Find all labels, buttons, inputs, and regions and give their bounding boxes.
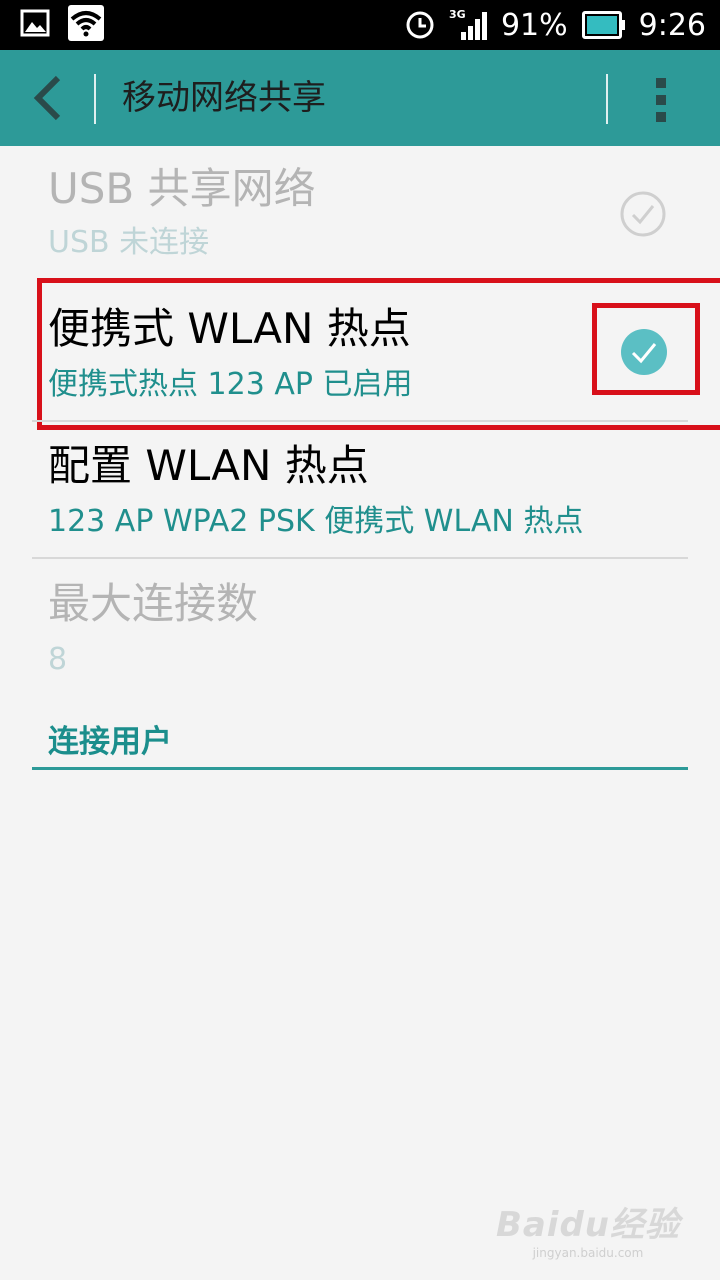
battery-icon	[581, 11, 625, 39]
clock-time: 9:26	[638, 7, 706, 43]
app-bar-divider-left	[94, 74, 96, 124]
list-item-title: 配置 WLAN 热点	[48, 441, 369, 490]
list-item-usb-tethering[interactable]: USB 共享网络 USB 未连接	[48, 168, 688, 258]
signal-icon: 3G	[449, 8, 487, 40]
divider	[32, 557, 688, 559]
watermark-logo: Baidu经验	[495, 1205, 680, 1245]
portable-hotspot-checkbox[interactable]	[620, 328, 668, 376]
gallery-icon	[20, 9, 50, 37]
back-chevron-icon[interactable]	[18, 68, 78, 128]
section-divider	[32, 767, 688, 770]
alarm-clock-icon	[406, 11, 434, 39]
app-bar: 移动网络共享	[0, 50, 720, 146]
usb-tethering-checkbox[interactable]	[620, 191, 666, 237]
app-bar-divider-right	[606, 74, 608, 124]
page-title: 移动网络共享	[122, 78, 326, 118]
wifi-icon	[68, 5, 104, 41]
overflow-menu-icon[interactable]	[640, 72, 684, 128]
list-item-subtitle: 8	[48, 642, 68, 677]
watermark: Baidu经验 jingyan.baidu.com	[496, 1197, 680, 1260]
list-item-title: USB 共享网络	[48, 164, 316, 213]
list-item-max-connections[interactable]: 最大连接数 8	[48, 583, 688, 675]
status-bar: 3G 91% 9:26	[0, 0, 720, 50]
list-item-subtitle: 123 AP WPA2 PSK 便携式 WLAN 热点	[48, 504, 584, 539]
list-item-configure-hotspot[interactable]: 配置 WLAN 热点 123 AP WPA2 PSK 便携式 WLAN 热点	[48, 445, 688, 537]
divider	[32, 420, 688, 422]
battery-percent: 91%	[500, 7, 568, 43]
watermark-url: jingyan.baidu.com	[532, 1246, 644, 1260]
section-header-connected-users: 连接用户	[48, 724, 172, 760]
list-item-title: 最大连接数	[48, 579, 259, 628]
list-item-subtitle: USB 未连接	[48, 225, 210, 260]
